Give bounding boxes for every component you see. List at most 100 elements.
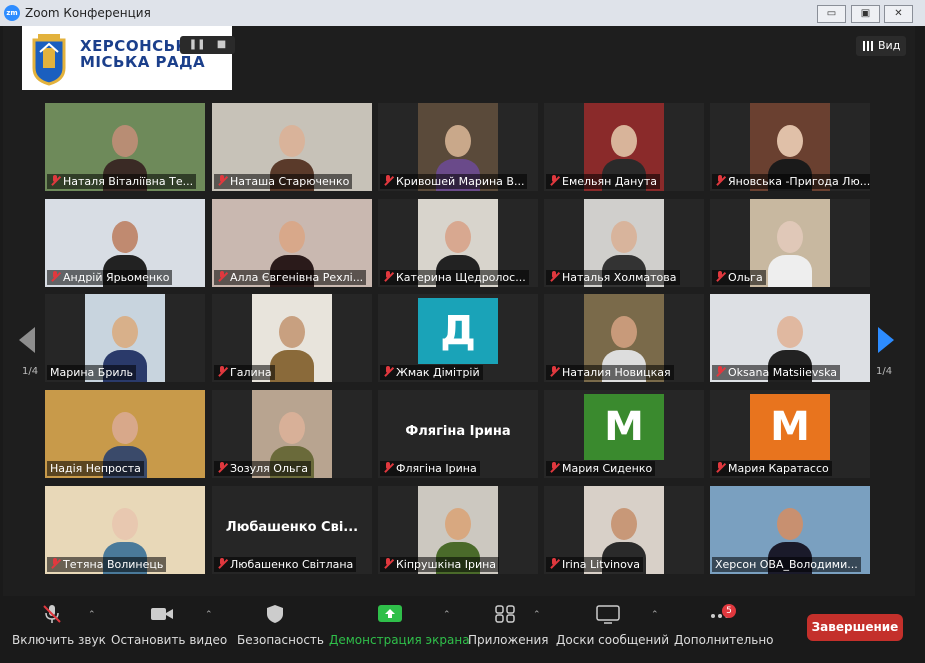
participant-tile[interactable]: Катерина Щедролос... xyxy=(378,199,538,287)
participant-tile[interactable]: Алла Євгенівна Рехлі... xyxy=(212,199,372,287)
participant-tile[interactable]: Херсон ОВА_Володими... xyxy=(710,486,870,574)
participant-tile[interactable]: Irina Litvinova xyxy=(544,486,704,574)
participant-tile[interactable]: Тетяна Волинець xyxy=(45,486,205,574)
participant-tile[interactable]: Oksana Matsiievska xyxy=(710,294,870,382)
participant-name-label: Irina Litvinova xyxy=(546,557,644,572)
participant-name-label: Наталья Холматова xyxy=(546,270,680,285)
participant-tile[interactable]: Любашенко Сві... Любашенко Світлана xyxy=(212,486,372,574)
participant-tile[interactable]: Наталия Новицкая xyxy=(544,294,704,382)
security-button[interactable]: Безопасность xyxy=(236,596,324,656)
muted-mic-icon xyxy=(217,558,227,569)
muted-mic-icon xyxy=(383,462,393,473)
view-button-label: Вид xyxy=(878,39,901,52)
muted-mic-icon xyxy=(217,462,227,473)
stop-video-button[interactable]: Остановить видео xyxy=(110,596,227,656)
page-indicator-left: 1/4 xyxy=(22,366,39,377)
muted-mic-icon xyxy=(715,462,725,473)
participant-face xyxy=(611,508,637,540)
muted-mic-icon xyxy=(383,558,393,569)
participant-name-label: Мария Каратассо xyxy=(712,461,832,476)
participant-tile[interactable]: Яновська -Пригода Лю... xyxy=(710,103,870,191)
end-meeting-button[interactable]: Завершение xyxy=(807,614,903,641)
muted-mic-icon xyxy=(50,271,60,282)
participant-tile[interactable]: Марина Бриль xyxy=(45,294,205,382)
participant-tile[interactable]: Андрій Ярьоменко xyxy=(45,199,205,287)
participant-name-label: Херсон ОВА_Володими... xyxy=(712,557,861,572)
participant-tile[interactable]: Флягіна Ірина Флягіна Ірина xyxy=(378,390,538,478)
participant-name-label: Кривошей Марина В... xyxy=(380,174,528,189)
maximize-icon[interactable]: ▣ xyxy=(851,5,880,23)
audio-options-caret[interactable]: ⌃ xyxy=(88,610,96,620)
participant-tile[interactable]: M Мария Каратассо xyxy=(710,390,870,478)
pause-icon[interactable]: ❚❚ xyxy=(189,39,206,50)
whiteboards-button[interactable]: Доски сообщений xyxy=(555,596,669,656)
participant-name-label: Яновська -Пригода Лю... xyxy=(712,174,870,189)
window-title: Zoom Конференция xyxy=(25,6,151,20)
participant-name: Тетяна Волинець xyxy=(63,558,164,571)
participant-name: Кривошей Марина В... xyxy=(396,175,525,188)
minimize-icon[interactable]: ▭ xyxy=(817,5,846,23)
participant-tile[interactable]: Наталья Холматова xyxy=(544,199,704,287)
apps-options-caret[interactable]: ⌃ xyxy=(533,610,541,620)
participant-face xyxy=(777,221,803,253)
participant-name-label: Ольга xyxy=(712,270,766,285)
close-icon[interactable]: ✕ xyxy=(884,5,913,23)
participant-tile[interactable]: Наташа Старюченко xyxy=(212,103,372,191)
participant-name: Емельян Данута xyxy=(562,175,658,188)
apps-button[interactable]: Приложения xyxy=(467,596,549,656)
apps-label: Приложения xyxy=(468,633,549,647)
participant-name: Ольга xyxy=(728,271,763,284)
page-indicator-right: 1/4 xyxy=(876,366,893,377)
participant-tile[interactable]: Наталя Віталіївна Те... xyxy=(45,103,205,191)
share-screen-button[interactable]: Демонстрация экрана xyxy=(328,596,470,656)
notification-badge: 5 xyxy=(722,604,736,618)
stop-icon[interactable]: ■ xyxy=(217,39,226,50)
recording-controls[interactable]: ❚❚ ■ xyxy=(180,36,235,54)
video-options-caret[interactable]: ⌃ xyxy=(205,610,213,620)
participant-avatar: Д xyxy=(418,298,498,364)
participant-name-label: Любашенко Світлана xyxy=(214,557,357,572)
participant-name: Мария Сиденко xyxy=(562,462,653,475)
view-button[interactable]: Вид xyxy=(856,36,906,56)
participant-face xyxy=(445,125,471,157)
participant-face xyxy=(445,221,471,253)
participant-face xyxy=(279,125,305,157)
unmute-button[interactable]: Включить звук xyxy=(10,596,106,656)
participant-face xyxy=(279,316,305,348)
muted-mic-icon xyxy=(50,558,60,569)
participant-face xyxy=(777,316,803,348)
muted-mic-icon xyxy=(50,175,60,186)
participant-tile[interactable]: Д Жмак Дімітрій xyxy=(378,294,538,382)
whiteboards-options-caret[interactable]: ⌃ xyxy=(651,610,659,620)
participant-tile[interactable]: M Мария Сиденко xyxy=(544,390,704,478)
participant-tile[interactable]: Кіпрушкіна Ірина xyxy=(378,486,538,574)
participant-name: Флягіна Ірина xyxy=(396,462,477,475)
participant-tile[interactable]: Кривошей Марина В... xyxy=(378,103,538,191)
participant-tile[interactable]: Галина xyxy=(212,294,372,382)
participant-name: Наталя Віталіївна Те... xyxy=(63,175,194,188)
participant-name: Зозуля Ольга xyxy=(230,462,308,475)
muted-mic-icon xyxy=(43,605,61,623)
more-button[interactable]: Дополнительно xyxy=(673,596,774,656)
window-titlebar: zm Zoom Конференция ▭ ▣ ✕ xyxy=(0,0,925,26)
participant-tile[interactable]: Зозуля Ольга xyxy=(212,390,372,478)
muted-mic-icon xyxy=(549,462,559,473)
participant-name: Любашенко Світлана xyxy=(230,558,354,571)
share-options-caret[interactable]: ⌃ xyxy=(443,610,451,620)
participant-face xyxy=(445,508,471,540)
participant-name-label: Жмак Дімітрій xyxy=(380,365,483,380)
more-label: Дополнительно xyxy=(674,633,774,647)
participant-name-label: Наталя Віталіївна Те... xyxy=(47,174,197,189)
participant-tile[interactable]: Ольга xyxy=(710,199,870,287)
previous-page-arrow[interactable] xyxy=(19,327,35,353)
share-screen-label: Демонстрация экрана xyxy=(329,633,470,647)
participant-tile[interactable]: Надія Непроста xyxy=(45,390,205,478)
muted-mic-icon xyxy=(715,175,725,186)
participant-name-label: Наташа Старюченко xyxy=(214,174,353,189)
shield-icon xyxy=(267,605,283,623)
participant-tile[interactable]: Емельян Данута xyxy=(544,103,704,191)
participant-face xyxy=(279,221,305,253)
participant-face xyxy=(611,125,637,157)
participant-name: Наталья Холматова xyxy=(562,271,677,284)
next-page-arrow[interactable] xyxy=(878,327,894,353)
